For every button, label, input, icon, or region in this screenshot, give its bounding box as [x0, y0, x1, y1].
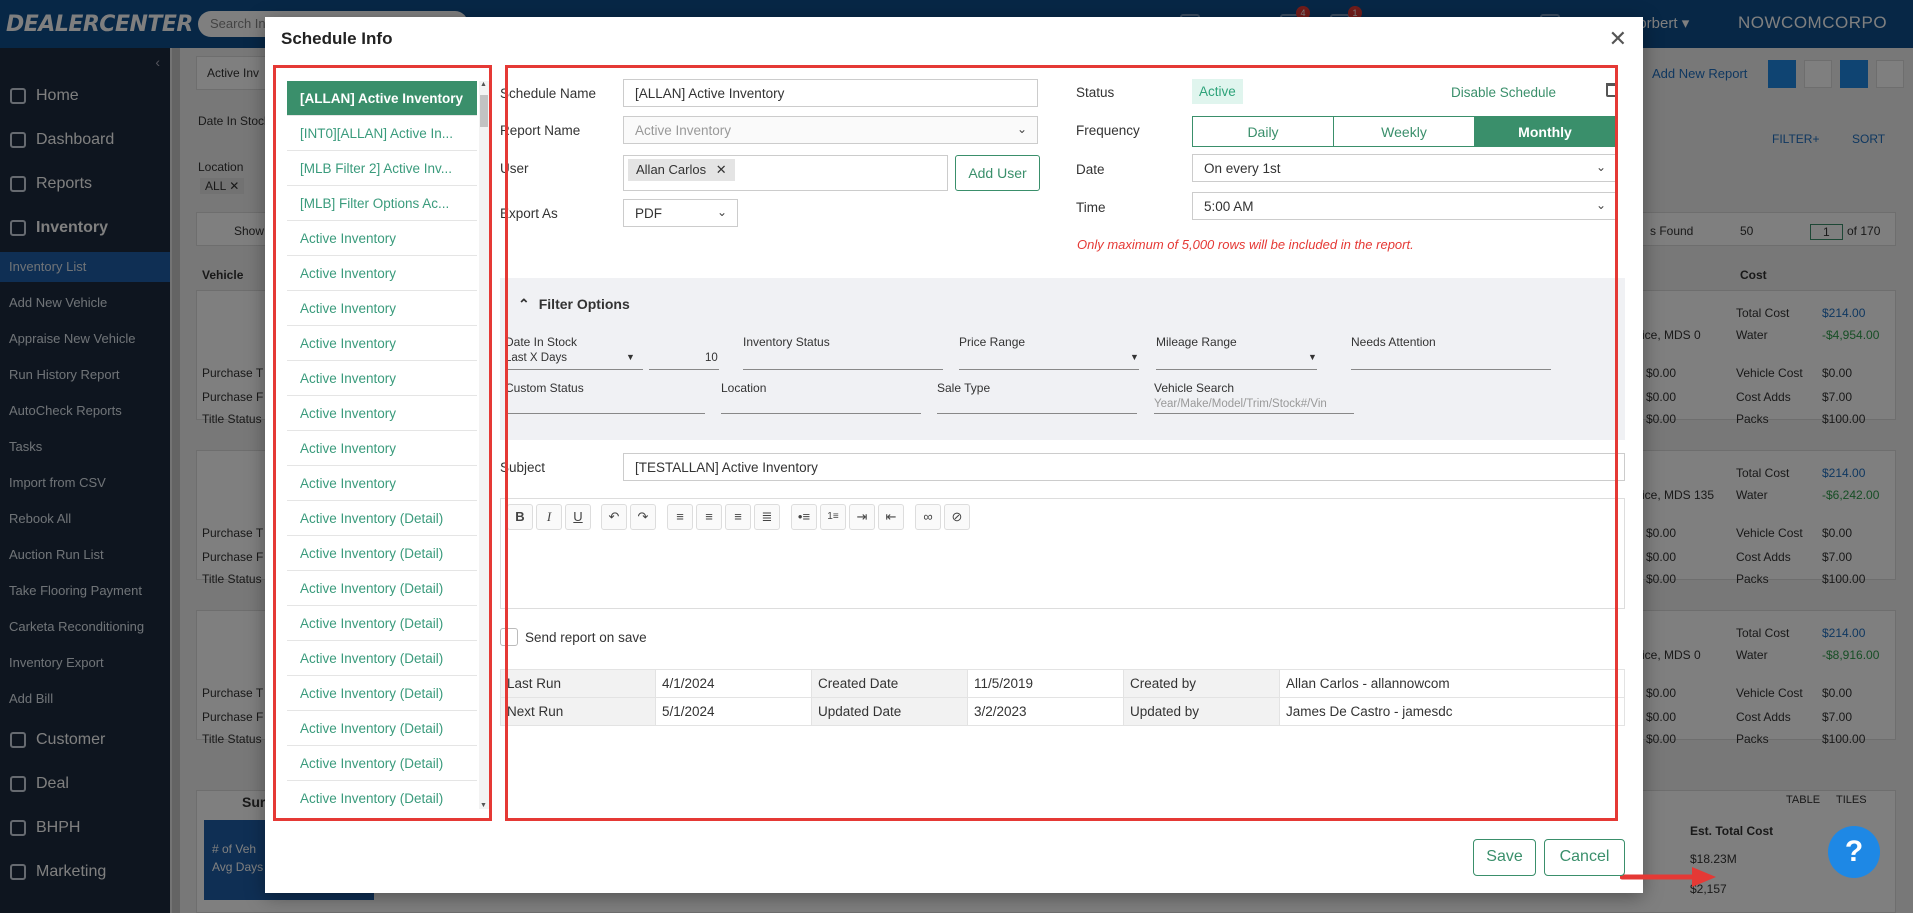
- cancel-button[interactable]: Cancel: [1544, 839, 1625, 876]
- highlight-box-list: [273, 65, 492, 821]
- schedule-info-modal: Schedule Info ✕ [ALLAN] Active Inventory…: [265, 17, 1716, 893]
- modal-title: Schedule Info: [281, 29, 393, 48]
- red-arrow-annotation: [1620, 867, 1716, 887]
- save-button[interactable]: Save: [1473, 839, 1536, 876]
- close-icon[interactable]: ✕: [1609, 26, 1627, 52]
- highlight-box-form: [505, 65, 1618, 821]
- help-button[interactable]: ?: [1828, 826, 1880, 878]
